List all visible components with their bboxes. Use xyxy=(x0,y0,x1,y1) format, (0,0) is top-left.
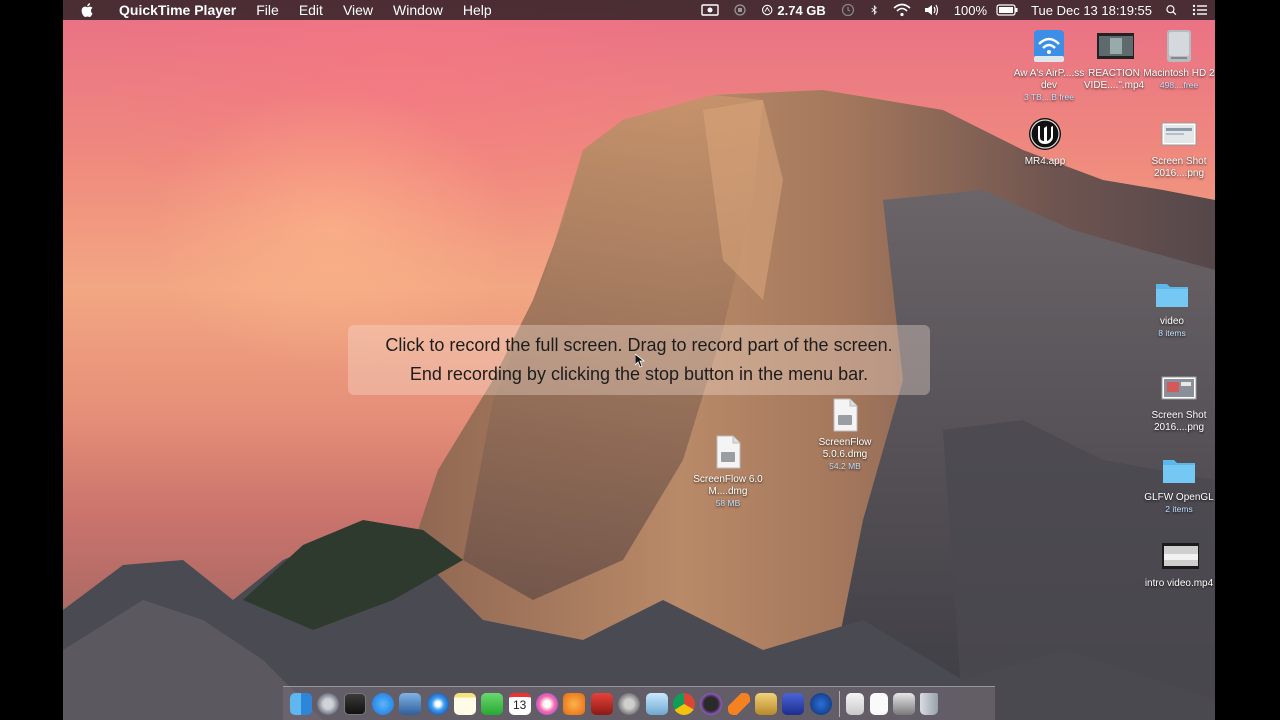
desktop[interactable]: QuickTime Player File Edit View Window H… xyxy=(63,0,1215,720)
sync-app-icon[interactable] xyxy=(809,692,832,715)
battery-percentage[interactable]: 100% xyxy=(947,3,990,18)
desktop-item-sublabel: 8 items xyxy=(1158,328,1186,338)
status-menus: 2.74 GB 100% Tue Dec 13 18:19:55 xyxy=(695,0,1215,20)
desktop-item-label: Screen Shot 2016....png xyxy=(1151,156,1207,179)
desktop-item-sublabel: 498....free xyxy=(1159,80,1199,90)
dmg-file-icon xyxy=(833,398,858,432)
desktop-item-label: intro video.mp4 xyxy=(1144,578,1214,589)
downloads-stack-icon[interactable] xyxy=(869,692,888,715)
memory-readout[interactable]: 2.74 GB xyxy=(777,3,832,18)
mission-control-icon[interactable] xyxy=(344,692,367,715)
vlc-icon[interactable] xyxy=(727,692,750,715)
battery-icon[interactable] xyxy=(996,3,1018,17)
screenshot-stack-icon[interactable] xyxy=(892,692,915,715)
desktop-item-label: ScreenFlow 5.0.6.dmg xyxy=(818,437,872,460)
dock-separator xyxy=(838,690,840,717)
desktop-item-label: MR4.app xyxy=(1024,156,1066,167)
calendar-icon[interactable]: 13 xyxy=(508,692,531,715)
desktop-item-macintosh-hd-2[interactable]: Macintosh HD 2 498....free xyxy=(1136,28,1215,90)
folder-icon xyxy=(1156,284,1188,307)
hard-drive-icon xyxy=(1167,30,1191,62)
time-machine-icon[interactable] xyxy=(839,3,857,17)
apple-menu-icon[interactable] xyxy=(81,2,95,18)
photo-booth-icon[interactable] xyxy=(590,692,613,715)
app-store-icon[interactable] xyxy=(371,692,394,715)
desktop-item-screen-shot-1[interactable]: Screen Shot 2016....png xyxy=(1136,116,1215,180)
trash-icon[interactable] xyxy=(920,692,939,715)
airport-disk-icon xyxy=(1034,30,1064,62)
desktop-item-label: GLFW OpenGL xyxy=(1144,492,1214,503)
desktop-item-sublabel: 54.2 MB xyxy=(829,461,861,471)
facetime-icon[interactable] xyxy=(481,692,504,715)
mouse-cursor-icon xyxy=(635,354,645,368)
notes-icon[interactable] xyxy=(453,692,476,715)
app-menu-quicktime[interactable]: QuickTime Player xyxy=(109,2,246,18)
memory-monitor-icon[interactable] xyxy=(761,3,775,17)
ibooks-icon[interactable] xyxy=(563,692,586,715)
desktop-item-video-folder[interactable]: video 8 items xyxy=(1129,276,1215,338)
xcode-icon[interactable] xyxy=(399,692,422,715)
desktop-item-screenflow-60-dmg[interactable]: ScreenFlow 6.0 M....dmg 58 MB xyxy=(685,434,771,508)
finder-icon[interactable] xyxy=(289,692,312,715)
wifi-icon[interactable] xyxy=(893,3,911,17)
launchpad-icon[interactable] xyxy=(317,692,340,715)
activity-monitor-icon[interactable] xyxy=(700,692,723,715)
desktop-item-intro-video[interactable]: intro video.mp4 xyxy=(1136,538,1215,590)
notification-center-icon[interactable] xyxy=(1191,3,1209,17)
system-preferences-icon[interactable] xyxy=(618,692,641,715)
screenshot-file-icon xyxy=(1161,376,1197,400)
menu-edit[interactable]: Edit xyxy=(289,2,333,18)
dmg-file-icon xyxy=(716,435,741,469)
spotlight-search-icon[interactable] xyxy=(1165,3,1179,17)
desktop-item-glfw-opengl[interactable]: GLFW OpenGL 2 items xyxy=(1136,452,1215,514)
menu-window[interactable]: Window xyxy=(383,2,453,18)
desktop-item-sublabel: 3 TB,...B free xyxy=(1024,92,1074,102)
volume-icon[interactable] xyxy=(923,3,941,17)
desktop-item-screenflow-506-dmg[interactable]: ScreenFlow 5.0.6.dmg 54.2 MB xyxy=(802,397,888,471)
archive-utility-icon[interactable] xyxy=(755,692,778,715)
clock[interactable]: Tue Dec 13 18:19:55 xyxy=(1024,3,1159,18)
desktop-item-label: Macintosh HD 2 xyxy=(1143,68,1215,79)
desktop-item-sublabel: 58 MB xyxy=(715,498,741,508)
chrome-icon[interactable] xyxy=(672,692,695,715)
video-thumbnail-icon xyxy=(1097,33,1134,59)
menu-bar: QuickTime Player File Edit View Window H… xyxy=(63,0,1215,20)
desktop-item-label: ScreenFlow 6.0 M....dmg xyxy=(693,474,763,497)
desktop-item-label: Screen Shot 2016....png xyxy=(1151,410,1207,433)
itunes-icon[interactable] xyxy=(536,692,559,715)
video-thumbnail-icon xyxy=(1162,543,1199,569)
bluetooth-icon[interactable] xyxy=(869,3,881,17)
menu-help[interactable]: Help xyxy=(453,2,502,18)
desktop-item-screen-shot-2[interactable]: Screen Shot 2016....png xyxy=(1136,370,1215,434)
desktop-item-label: video xyxy=(1160,316,1184,327)
menu-file[interactable]: File xyxy=(246,2,289,18)
documents-stack-icon[interactable] xyxy=(846,692,865,715)
desktop-item-mr4-app[interactable]: MR4.app xyxy=(1002,116,1088,168)
desktop-item-sublabel: 2 items xyxy=(1165,504,1193,514)
screenshot-file-icon xyxy=(1161,122,1197,146)
preview-icon[interactable] xyxy=(645,692,668,715)
calendar-day: 13 xyxy=(513,697,527,712)
safari-icon[interactable] xyxy=(426,692,449,715)
unity-icon[interactable] xyxy=(782,692,805,715)
screen-record-icon[interactable] xyxy=(701,3,720,17)
unreal-app-icon xyxy=(1029,118,1061,150)
stop-record-icon[interactable] xyxy=(731,3,749,17)
menu-view[interactable]: View xyxy=(333,2,383,18)
dock: 13 xyxy=(283,686,995,720)
folder-icon xyxy=(1163,460,1195,483)
